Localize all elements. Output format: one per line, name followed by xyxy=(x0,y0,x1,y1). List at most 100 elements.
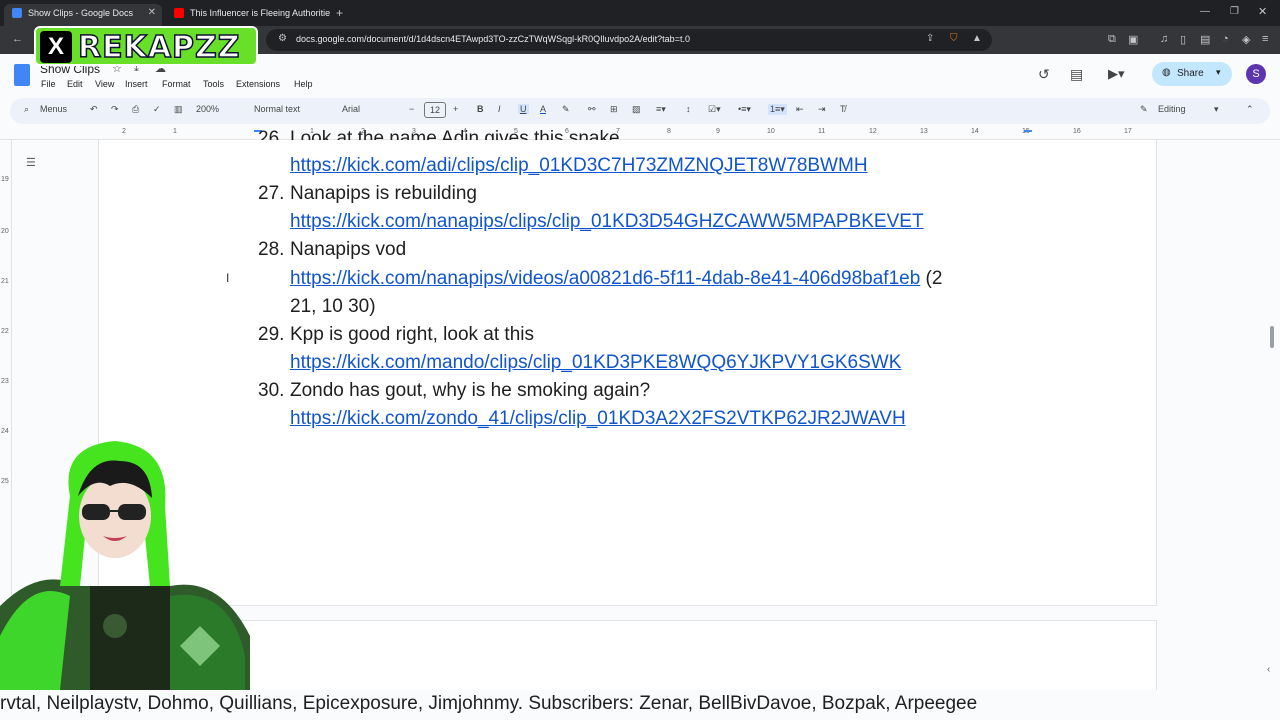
screenshot-icon[interactable]: ▣ xyxy=(1128,33,1138,46)
list-number: 30. xyxy=(258,380,285,401)
close-tab-icon[interactable]: ✕ xyxy=(148,4,156,22)
clip-link[interactable]: https://kick.com/nanapips/clips/clip_01K… xyxy=(290,211,924,233)
vod-link[interactable]: https://kick.com/nanapips/videos/a00821d… xyxy=(290,268,920,289)
list-item-text[interactable]: Zondo has gout, why is he smoking again? xyxy=(290,380,650,402)
comments-icon[interactable]: ▤ xyxy=(1070,66,1083,83)
wallet-icon[interactable]: ▤ xyxy=(1200,33,1210,46)
chevron-down-icon[interactable]: ▾ xyxy=(1216,67,1221,78)
underline-icon[interactable]: U xyxy=(518,104,529,114)
menu-edit[interactable]: Edit xyxy=(67,79,83,89)
site-info-icon[interactable]: ⚙ xyxy=(278,33,287,44)
version-history-icon[interactable]: ↺ xyxy=(1038,66,1050,83)
pencil-icon: ✎ xyxy=(1140,104,1148,114)
menu-help[interactable]: Help xyxy=(294,79,313,89)
clip-link[interactable]: https://kick.com/zondo_41/clips/clip_01K… xyxy=(290,408,906,430)
ruler-number: 19 xyxy=(1,176,9,183)
media-icon[interactable]: ♫ xyxy=(1160,33,1168,45)
comment-icon[interactable]: ⊞ xyxy=(610,104,618,115)
new-tab-icon[interactable]: + xyxy=(336,6,343,20)
docs-toolbar: ⌕ Menus ↶ ↷ ⎙ ✓ ▥ 200% Normal text Arial… xyxy=(10,98,1270,124)
search-icon[interactable]: ⌕ xyxy=(24,104,29,115)
docs-logo-icon[interactable] xyxy=(14,64,30,86)
list-item-text[interactable]: Nanapips vod xyxy=(290,239,406,261)
alert-icon[interactable]: ▲ xyxy=(972,33,982,44)
clip-link[interactable]: https://kick.com/mando/clips/clip_01KD3P… xyxy=(290,352,901,374)
clear-formatting-icon[interactable]: T̸ xyxy=(840,104,846,114)
numbered-list-icon[interactable]: 1≡▾ xyxy=(768,104,787,115)
url-text: docs.google.com/document/d/1d4dscn4ETAwp… xyxy=(296,34,690,44)
share-label: Share xyxy=(1177,68,1204,79)
outline-icon[interactable]: ☰ xyxy=(26,156,36,169)
share-page-icon[interactable]: ⇪ xyxy=(926,33,934,44)
explore-icon[interactable]: ‹ xyxy=(1267,664,1270,675)
meet-icon[interactable]: ▶▾ xyxy=(1108,66,1125,82)
spellcheck-icon[interactable]: ✓ xyxy=(153,104,161,115)
bold-icon[interactable]: B xyxy=(477,104,484,114)
back-icon[interactable]: ← xyxy=(12,33,23,45)
avatar-illustration xyxy=(0,441,250,690)
decrease-font-icon[interactable]: − xyxy=(409,104,414,114)
bullet-list-icon[interactable]: •≡▾ xyxy=(738,104,751,115)
decrease-indent-icon[interactable]: ⇤ xyxy=(796,104,804,115)
list-item-text[interactable]: Kpp is good right, look at this xyxy=(290,324,534,346)
list-number: 26. xyxy=(258,128,285,140)
menu-file[interactable]: File xyxy=(41,79,56,89)
browser-tab-strip: Show Clips - Google Docs ✕ This Influenc… xyxy=(0,0,1280,26)
close-window-icon[interactable]: ✕ xyxy=(1258,5,1267,18)
tab-youtube-video[interactable]: This Influencer is Fleeing Authorities xyxy=(166,4,330,26)
list-number: 27. xyxy=(258,183,285,204)
link-icon[interactable]: ⚯ xyxy=(588,104,596,115)
increase-indent-icon[interactable]: ⇥ xyxy=(818,104,826,115)
scrollbar-thumb[interactable] xyxy=(1270,326,1274,348)
font-select[interactable]: Arial xyxy=(342,104,360,114)
italic-icon[interactable]: I xyxy=(498,104,501,114)
font-size-input[interactable]: 12 xyxy=(424,102,446,118)
tab-show-clips[interactable]: Show Clips - Google Docs ✕ xyxy=(4,4,162,26)
avatar[interactable]: S xyxy=(1246,64,1266,84)
sidebar-icon[interactable]: ▯ xyxy=(1180,33,1186,46)
vpn-icon[interactable]: ◔ xyxy=(1222,33,1229,45)
security-icon[interactable]: ◈ xyxy=(1242,33,1250,46)
minimize-icon[interactable]: — xyxy=(1200,6,1210,17)
print-icon[interactable]: ⎙ xyxy=(132,104,139,115)
list-item-text[interactable]: Nanapips is rebuilding xyxy=(290,183,477,205)
youtube-favicon-icon xyxy=(174,8,184,18)
vod-date-text: (2 xyxy=(920,268,943,289)
tab-title: This Influencer is Fleeing Authorities xyxy=(190,8,330,18)
collapse-menus-icon[interactable]: ⌃ xyxy=(1246,104,1254,115)
menu-extensions[interactable]: Extensions xyxy=(236,79,280,89)
text-color-icon[interactable]: A xyxy=(540,104,546,114)
extensions-icon[interactable]: ⧉ xyxy=(1108,33,1116,46)
undo-icon[interactable]: ↶ xyxy=(90,104,98,115)
editing-mode-select[interactable]: Editing xyxy=(1158,104,1186,114)
ruler-number: 22 xyxy=(1,328,9,335)
next-document-page[interactable] xyxy=(230,620,1157,700)
channel-logo-overlay: X REKAPZZ xyxy=(34,26,258,66)
menu-tools[interactable]: Tools xyxy=(203,79,224,89)
checklist-icon[interactable]: ☑▾ xyxy=(708,104,721,115)
align-icon[interactable]: ≡▾ xyxy=(656,104,666,115)
line-spacing-icon[interactable]: ↕ xyxy=(686,104,691,114)
ruler-number: 21 xyxy=(1,278,9,285)
style-select[interactable]: Normal text xyxy=(254,104,300,114)
menu-format[interactable]: Format xyxy=(162,79,191,89)
redo-icon[interactable]: ↷ xyxy=(111,104,119,115)
highlight-icon[interactable]: ✎ xyxy=(562,104,570,115)
zoom-select[interactable]: 200% xyxy=(196,104,219,114)
vtuber-avatar xyxy=(0,436,250,690)
share-button[interactable]: ◍ Share ▾ xyxy=(1152,62,1232,86)
image-icon[interactable]: ▨ xyxy=(632,104,641,115)
paint-format-icon[interactable]: ▥ xyxy=(174,104,183,115)
omnibox[interactable]: ⚙ docs.google.com/document/d/1d4dscn4ETA… xyxy=(266,29,992,51)
menu-insert[interactable]: Insert xyxy=(125,79,148,89)
search-menus-input[interactable]: Menus xyxy=(40,104,67,114)
increase-font-icon[interactable]: + xyxy=(453,104,458,114)
shield-icon[interactable]: ⛉ xyxy=(950,33,958,44)
google-docs-favicon-icon xyxy=(12,8,22,18)
clip-link[interactable]: https://kick.com/adi/clips/clip_01KD3C7H… xyxy=(290,155,868,177)
menu-icon[interactable]: ≡ xyxy=(1262,33,1268,45)
maximize-icon[interactable]: ❐ xyxy=(1230,6,1239,17)
list-item-text[interactable]: Look at the name Adin gives this snake xyxy=(290,128,620,140)
menu-view[interactable]: View xyxy=(95,79,114,89)
chevron-down-icon[interactable]: ▾ xyxy=(1214,104,1219,115)
